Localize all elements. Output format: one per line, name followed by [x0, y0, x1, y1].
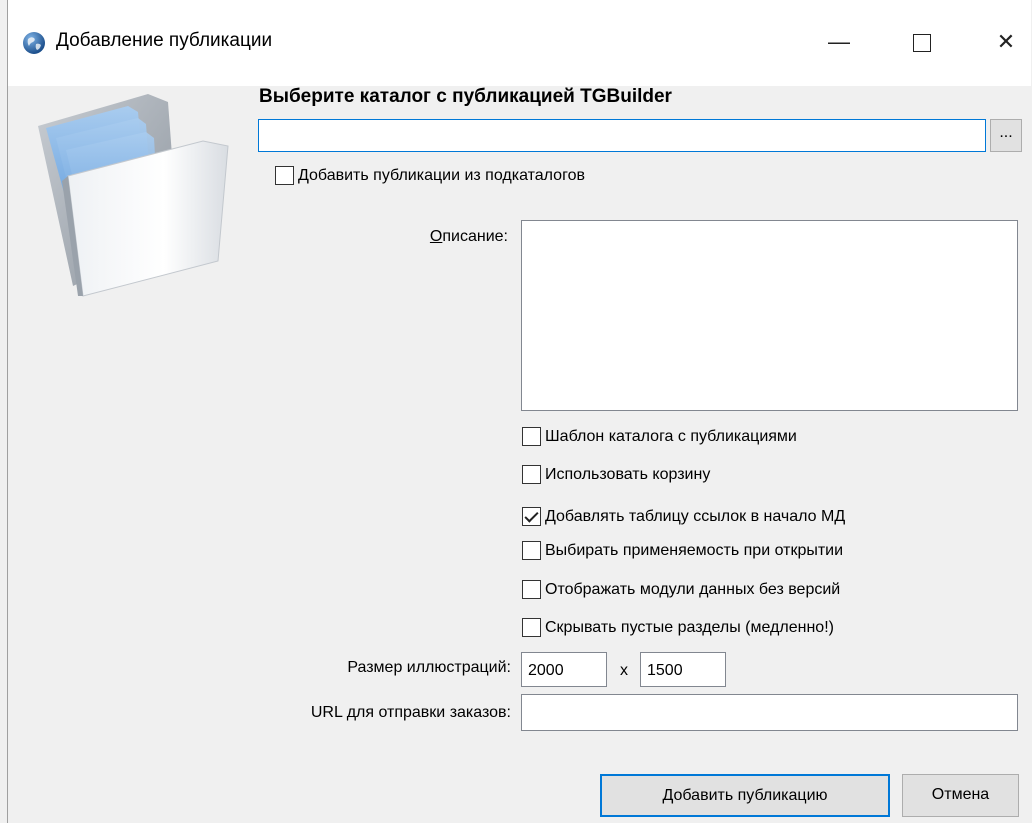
browse-button[interactable]: ... [990, 119, 1022, 152]
size-separator: x [620, 662, 628, 679]
description-mnemonic: О [429, 228, 443, 245]
cancel-button[interactable]: Отмена [902, 774, 1019, 817]
option-hide-empty-sections-label: Скрывать пустые разделы (медленно!) [545, 618, 834, 636]
option-hide-empty-sections[interactable]: Скрывать пустые разделы (медленно!) [522, 618, 834, 637]
description-textarea[interactable] [521, 220, 1018, 411]
option-catalog-template[interactable]: Шаблон каталога с публикациями [522, 427, 797, 446]
option-applicability-label: Выбирать применяемость при открытии [545, 541, 844, 559]
image-size-label: Размер иллюстраций: [347, 659, 511, 676]
option-links-table-box[interactable] [522, 507, 541, 526]
option-use-cart-label: Использовать корзину [545, 465, 711, 483]
maximize-button[interactable] [899, 20, 945, 64]
close-icon: ✕ [996, 29, 1016, 54]
option-use-cart[interactable]: Использовать корзину [522, 465, 710, 484]
option-applicability[interactable]: Выбирать применяемость при открытии [522, 541, 843, 560]
image-height-input[interactable] [640, 652, 726, 687]
image-width-input[interactable] [521, 652, 607, 687]
option-applicability-box[interactable] [522, 541, 541, 560]
option-links-table[interactable]: Добавлять таблицу ссылок в начало МД [522, 507, 845, 526]
globe-icon [23, 32, 45, 54]
folder-icon [38, 94, 229, 297]
add-publication-button[interactable]: Добавить публикацию [600, 774, 890, 817]
order-url-label: URL для отправки заказов: [310, 704, 511, 721]
subfolders-checkbox-label: Добавить публикации из подкаталогов [298, 166, 585, 184]
option-modules-no-versions-label: Отображать модули данных без версий [545, 580, 841, 598]
option-links-table-label: Добавлять таблицу ссылок в начало МД [545, 507, 846, 525]
description-label: Описание: [308, 228, 508, 246]
option-use-cart-box[interactable] [522, 465, 541, 484]
window-title: Добавление публикации [56, 30, 273, 51]
option-modules-no-versions-box[interactable] [522, 580, 541, 599]
title-bar[interactable]: Добавление публикации — ✕ [8, 0, 1031, 86]
option-modules-no-versions[interactable]: Отображать модули данных без версий [522, 580, 840, 599]
dialog-window: Добавление публикации — ✕ Выберите катал… [7, 0, 1031, 823]
maximize-icon [913, 34, 931, 53]
subfolders-checkbox[interactable]: Добавить публикации из подкаталогов [275, 166, 585, 185]
option-hide-empty-sections-box[interactable] [522, 618, 541, 637]
minimize-icon: — [828, 29, 850, 54]
catalog-path-input[interactable] [258, 119, 986, 152]
option-catalog-template-box[interactable] [522, 427, 541, 446]
dialog-content: Выберите каталог с публикацией TGBuilder… [8, 86, 1031, 823]
close-button[interactable]: ✕ [983, 20, 1029, 64]
order-url-input[interactable] [521, 694, 1018, 731]
option-catalog-template-label: Шаблон каталога с публикациями [545, 427, 797, 445]
minimize-button[interactable]: — [816, 20, 862, 64]
section-heading: Выберите каталог с публикацией TGBuilder [259, 86, 672, 107]
subfolders-checkbox-box[interactable] [275, 166, 294, 185]
description-label-rest: писание: [442, 228, 508, 245]
